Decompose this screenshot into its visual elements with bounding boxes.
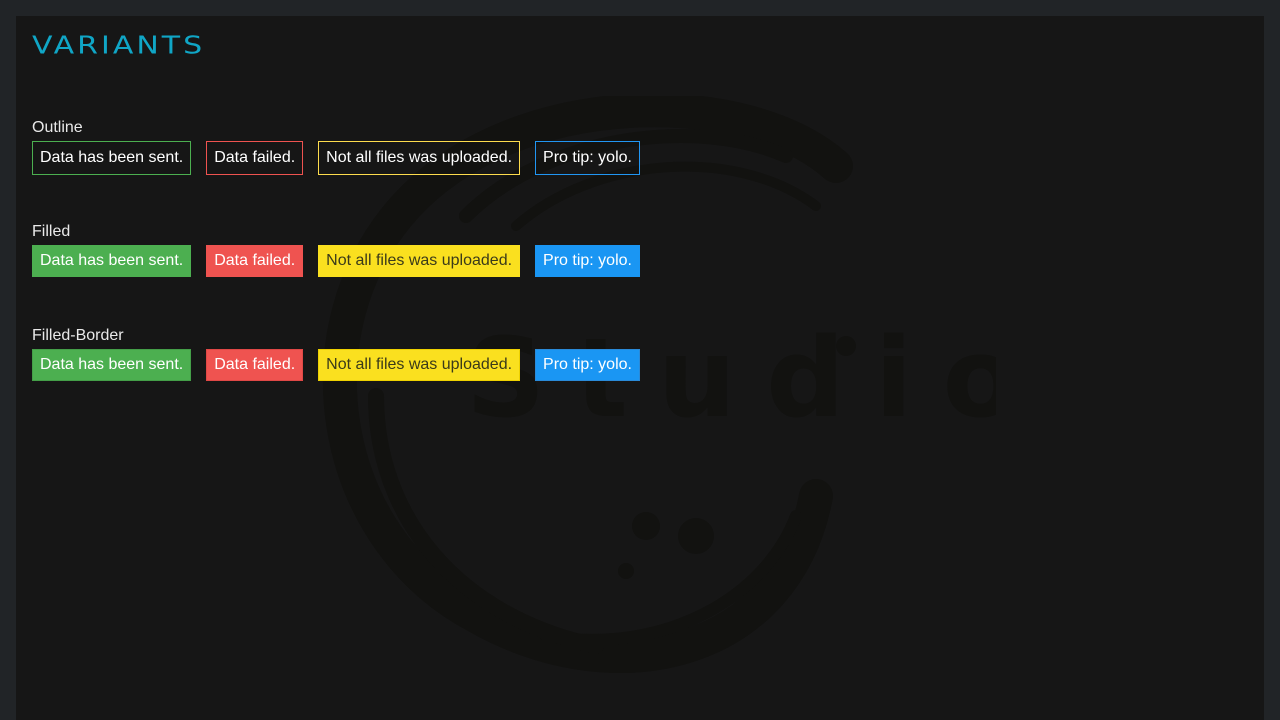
alert-warning-outline: Not all files was uploaded. bbox=[318, 141, 521, 175]
alert-warning-filled-border: Not all files was uploaded. bbox=[318, 349, 521, 381]
alert-error-filled-border: Data failed. bbox=[206, 349, 304, 381]
section-filled-border: Filled-Border Data has been sent. Data f… bbox=[32, 327, 640, 381]
alert-error-filled: Data failed. bbox=[206, 245, 304, 277]
alert-info-filled-border: Pro tip: yolo. bbox=[535, 349, 640, 381]
alert-info-filled: Pro tip: yolo. bbox=[535, 245, 640, 277]
alert-warning-filled: Not all files was uploaded. bbox=[318, 245, 521, 277]
page-title: Variants bbox=[32, 31, 206, 60]
section-filled: Filled Data has been sent. Data failed. … bbox=[32, 223, 640, 277]
studio-logo-watermark: Studio bbox=[322, 96, 996, 673]
alert-success-outline: Data has been sent. bbox=[32, 141, 192, 175]
alert-row-outline: Data has been sent. Data failed. Not all… bbox=[32, 141, 640, 175]
main-panel: Studio Variants Outline Data has been se… bbox=[16, 16, 1264, 720]
section-label-filled: Filled bbox=[32, 223, 71, 240]
alert-success-filled: Data has been sent. bbox=[32, 245, 192, 277]
alert-row-filled: Data has been sent. Data failed. Not all… bbox=[32, 245, 640, 277]
alert-error-outline: Data failed. bbox=[206, 141, 304, 175]
section-label-outline: Outline bbox=[32, 119, 83, 136]
alert-info-outline: Pro tip: yolo. bbox=[535, 141, 640, 175]
section-label-filled-border: Filled-Border bbox=[32, 327, 124, 344]
alert-row-filled-border: Data has been sent. Data failed. Not all… bbox=[32, 349, 640, 381]
alert-success-filled-border: Data has been sent. bbox=[32, 349, 192, 381]
section-outline: Outline Data has been sent. Data failed.… bbox=[32, 119, 640, 175]
